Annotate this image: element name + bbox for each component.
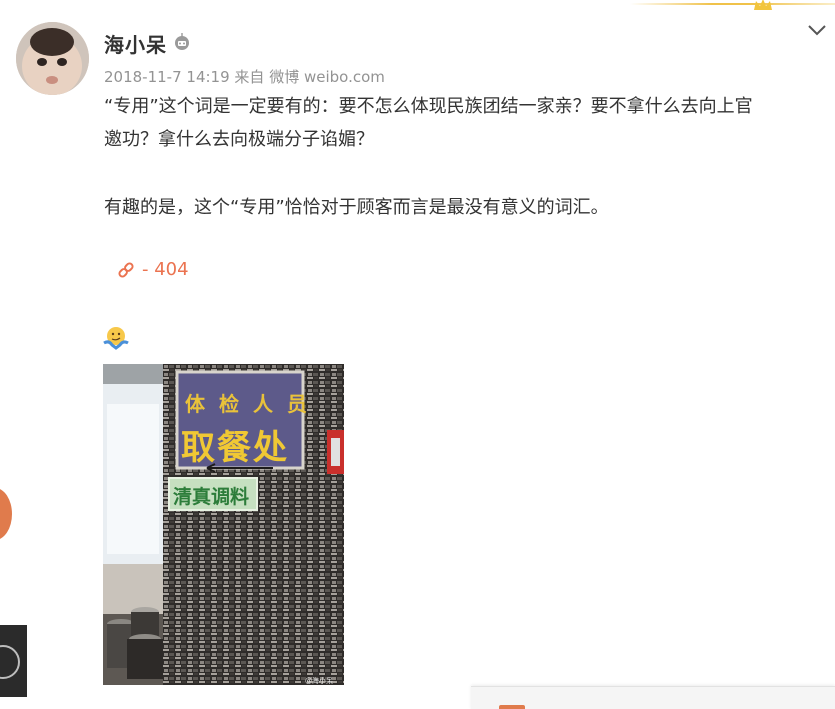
top-decoration bbox=[630, 0, 835, 12]
post-text-line-2: 邀功？拿什么去向极端分子谄媚？ bbox=[104, 129, 374, 150]
link-card[interactable]: - 404 bbox=[116, 259, 189, 280]
post-text-line-1: “专用”这个词是一定要有的：要不怎么体现民族团结一家亲？要不拿什么去向上官 bbox=[104, 96, 753, 117]
refresh-icon bbox=[0, 645, 20, 679]
post-text-line-3: 有趣的是，这个“专用”恰恰对于顾客而言是最没有意义的词汇。 bbox=[104, 197, 609, 218]
floating-action-button[interactable] bbox=[0, 488, 12, 540]
post-source[interactable]: 微博 weibo.com bbox=[269, 68, 385, 86]
shrug-emoji-icon bbox=[103, 327, 129, 350]
crown-icon bbox=[754, 0, 772, 10]
robot-badge-icon bbox=[175, 33, 189, 50]
post-timestamp[interactable]: 2018-11-7 14:19 bbox=[104, 68, 230, 86]
post-meta: 2018-11-7 14:19 来自 微博 weibo.com bbox=[104, 66, 385, 87]
chevron-down-icon[interactable] bbox=[806, 22, 828, 38]
baby-avatar-image bbox=[16, 22, 89, 95]
panel-icon bbox=[499, 705, 525, 709]
sign-text-line-1: 体检人员 bbox=[185, 392, 321, 416]
post-photo[interactable]: 体检人员 取餐处 清真调料 @海小呆 bbox=[103, 364, 344, 685]
link-text[interactable]: - 404 bbox=[142, 259, 189, 280]
avatar[interactable] bbox=[16, 22, 89, 95]
side-toolbar-button[interactable] bbox=[0, 625, 27, 697]
username[interactable]: 海小呆 bbox=[104, 29, 167, 58]
bottom-popup-panel[interactable] bbox=[471, 686, 835, 709]
weibo-post-page: 海小呆 2018-11-7 14:19 来自 微博 weibo.com “专用”… bbox=[0, 0, 835, 709]
sign-text-line-2: 取餐处 bbox=[181, 428, 289, 468]
photo-watermark: @海小呆 bbox=[305, 677, 333, 685]
link-icon bbox=[118, 261, 134, 278]
source-prefix: 来自 bbox=[234, 68, 265, 86]
sign-text-line-3: 清真调料 bbox=[173, 486, 250, 508]
